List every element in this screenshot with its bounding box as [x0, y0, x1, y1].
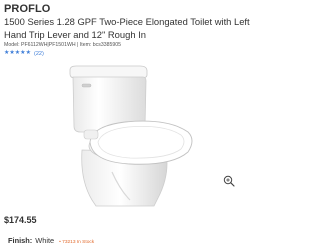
star-rating: ★ ★ ★ ★ ★ [4, 50, 31, 57]
zoom-in-icon[interactable] [223, 175, 235, 187]
rating[interactable]: ★ ★ ★ ★ ★ (22) [4, 50, 44, 57]
star-icon: ★ [25, 50, 31, 56]
finish-label: Finish: [8, 236, 33, 245]
stock-status: • 73213 In Stock [59, 240, 95, 245]
review-count-link[interactable]: (22) [34, 51, 44, 57]
finish-selector[interactable]: Finish: White • 73213 In Stock [8, 236, 94, 245]
toilet-image[interactable] [0, 60, 258, 210]
price: $174.55 [4, 215, 37, 225]
model-info: Model: PF6112WH|PF1501WH | Item: bcs3385… [4, 42, 122, 48]
product-title: 1500 Series 1.28 GPF Two-Piece Elongated… [4, 16, 250, 40]
finish-value: White [35, 236, 55, 245]
brand-name[interactable]: PROFLO [4, 3, 50, 15]
